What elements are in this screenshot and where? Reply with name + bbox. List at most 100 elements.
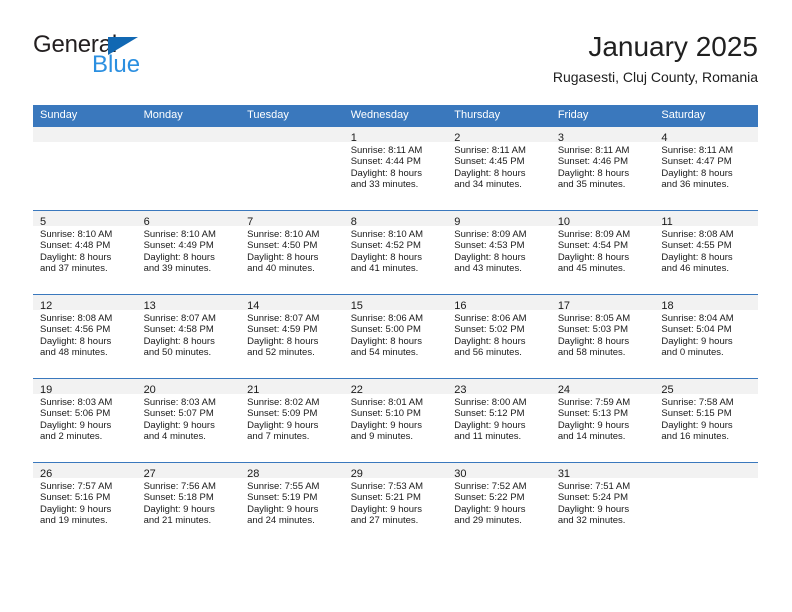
calendar-day-cell[interactable]: 5 Sunrise: 8:10 AM Sunset: 4:48 PM Daylight… [33,210,137,295]
day-box: 4 Sunrise: 8:11 AM Sunset: 4:47 PM Daylight… [654,127,758,210]
daylight-text-line2: and 46 minutes. [661,263,729,275]
day-number-band: 22 [343,379,448,396]
day-box: 16 Sunrise: 8:06 AM Sunset: 5:02 PM Dayligh… [447,295,551,378]
daylight-text-line1: Daylight: 9 hours [143,419,215,431]
calendar-day-cell[interactable]: 26 Sunrise: 7:57 AM Sunset: 5:16 PM Dayligh… [33,462,137,546]
daylight-text-line2: and 34 minutes. [454,179,522,191]
calendar-day-cell[interactable]: 19 Sunrise: 8:03 AM Sunset: 5:06 PM Dayligh… [33,378,137,463]
sunset-text: Sunset: 5:09 PM [247,408,318,420]
day-box: 21 Sunrise: 8:02 AM Sunset: 5:09 PM Dayligh… [240,379,344,462]
calendar-day-cell[interactable]: 6 Sunrise: 8:10 AM Sunset: 4:49 PM Daylight… [136,210,241,295]
calendar-page: General Blue January 2025 Rugasesti, Clu… [0,0,792,612]
sunrise-text: Sunrise: 8:11 AM [661,145,734,156]
day-number: 11 [661,216,673,228]
calendar-day-cell-empty [654,462,758,546]
day-details: Sunrise: 8:04 AM Sunset: 5:04 PM Daylight:… [654,310,758,359]
day-box: 6 Sunrise: 8:10 AM Sunset: 4:49 PM Daylight… [136,211,241,294]
sunrise-text: Sunrise: 8:08 AM [661,229,734,240]
sunrise-text: Sunrise: 7:51 AM [557,481,631,492]
daylight-text-line1: Daylight: 8 hours [350,335,422,347]
calendar-day-cell[interactable]: 24 Sunrise: 7:59 AM Sunset: 5:13 PM Dayligh… [550,378,655,463]
daylight-text-line1: Daylight: 8 hours [557,251,630,263]
day-number-band [654,463,758,478]
daylight-text-line1: Daylight: 9 hours [143,503,215,515]
day-number: 27 [143,468,156,480]
day-details: Sunrise: 8:11 AM Sunset: 4:46 PM Daylight:… [551,142,655,191]
daylight-text-line2: and 33 minutes. [350,179,419,191]
calendar-day-cell[interactable]: 31 Sunrise: 7:51 AM Sunset: 5:24 PM Dayligh… [550,462,655,546]
calendar-week-row: 12 Sunrise: 8:08 AM Sunset: 4:56 PM Dayligh… [33,294,758,379]
day-box: 11 Sunrise: 8:08 AM Sunset: 4:55 PM Dayligh… [654,211,758,294]
day-number-band: 25 [654,379,758,396]
daylight-text-line1: Daylight: 8 hours [247,251,319,263]
calendar-day-cell[interactable]: 11 Sunrise: 8:08 AM Sunset: 4:55 PM Dayligh… [654,210,758,295]
day-number-band: 10 [550,211,655,228]
day-details: Sunrise: 7:57 AM Sunset: 5:16 PM Daylight:… [33,478,137,527]
sunset-text: Sunset: 5:00 PM [350,324,421,336]
day-number-band: 12 [33,295,137,312]
day-details: Sunrise: 8:11 AM Sunset: 4:47 PM Daylight:… [654,142,758,191]
day-box: 23 Sunrise: 8:00 AM Sunset: 5:12 PM Dayligh… [447,379,551,462]
sunset-text: Sunset: 5:10 PM [350,408,421,420]
sunset-text: Sunset: 4:48 PM [40,240,111,252]
sunrise-text: Sunrise: 8:09 AM [557,229,631,240]
calendar-day-cell[interactable]: 29 Sunrise: 7:53 AM Sunset: 5:21 PM Dayligh… [343,462,448,546]
calendar-day-cell[interactable]: 20 Sunrise: 8:03 AM Sunset: 5:07 PM Dayligh… [136,378,241,463]
day-box: 14 Sunrise: 8:07 AM Sunset: 4:59 PM Dayligh… [240,295,344,378]
calendar-day-cell[interactable]: 18 Sunrise: 8:04 AM Sunset: 5:04 PM Dayligh… [654,294,758,379]
day-number-band: 8 [343,211,448,228]
calendar-day-cell[interactable]: 23 Sunrise: 8:00 AM Sunset: 5:12 PM Dayligh… [447,378,551,463]
calendar-day-cell[interactable]: 3 Sunrise: 8:11 AM Sunset: 4:46 PM Daylight… [550,126,655,211]
day-details: Sunrise: 8:11 AM Sunset: 4:44 PM Daylight:… [344,142,448,191]
day-number-band [33,127,137,142]
daylight-text-line1: Daylight: 9 hours [454,419,526,431]
calendar-day-cell[interactable]: 17 Sunrise: 8:05 AM Sunset: 5:03 PM Dayligh… [550,294,655,379]
calendar-day-cell[interactable]: 4 Sunrise: 8:11 AM Sunset: 4:47 PM Daylight… [654,126,758,211]
weekday-header-tuesday: Tuesday [240,105,344,127]
day-number-band: 2 [447,127,551,144]
day-number: 10 [557,216,571,228]
day-number: 4 [661,132,668,144]
sunset-text: Sunset: 5:18 PM [143,492,214,504]
sunrise-text: Sunrise: 8:02 AM [247,397,320,408]
sunset-text: Sunset: 5:12 PM [454,408,525,420]
calendar-week-row: 5 Sunrise: 8:10 AM Sunset: 4:48 PM Daylight… [33,210,758,295]
calendar-day-cell[interactable]: 27 Sunrise: 7:56 AM Sunset: 5:18 PM Dayligh… [136,462,241,546]
day-number-band: 16 [447,295,551,312]
calendar-week-row: 1 Sunrise: 8:11 AM Sunset: 4:44 PM Daylight… [33,126,758,211]
calendar-day-cell[interactable]: 13 Sunrise: 8:07 AM Sunset: 4:58 PM Dayligh… [136,294,241,379]
calendar-day-cell[interactable]: 21 Sunrise: 8:02 AM Sunset: 5:09 PM Dayligh… [240,378,344,463]
weekday-header-wednesday: Wednesday [343,105,448,127]
day-box: 26 Sunrise: 7:57 AM Sunset: 5:16 PM Dayligh… [33,463,137,546]
daylight-text-line1: Daylight: 8 hours [454,335,526,347]
day-box: 13 Sunrise: 8:07 AM Sunset: 4:58 PM Dayligh… [136,295,241,378]
daylight-text-line2: and 0 minutes. [661,347,724,359]
day-number: 8 [350,216,357,228]
weekday-header-row: Sunday Monday Tuesday Wednesday Thursday… [33,105,758,127]
calendar-day-cell[interactable]: 22 Sunrise: 8:01 AM Sunset: 5:10 PM Dayligh… [343,378,448,463]
calendar-day-cell[interactable]: 2 Sunrise: 8:11 AM Sunset: 4:45 PM Daylight… [447,126,551,211]
day-number: 16 [454,300,467,312]
calendar-day-cell[interactable]: 9 Sunrise: 8:09 AM Sunset: 4:53 PM Daylight… [447,210,551,295]
daylight-text-line2: and 24 minutes. [247,515,315,527]
calendar-day-cell[interactable]: 12 Sunrise: 8:08 AM Sunset: 4:56 PM Dayligh… [33,294,137,379]
sunset-text: Sunset: 5:03 PM [557,324,629,336]
day-number: 22 [350,384,363,396]
calendar-day-cell[interactable]: 8 Sunrise: 8:10 AM Sunset: 4:52 PM Daylight… [343,210,448,295]
sunset-text: Sunset: 4:47 PM [661,156,732,168]
calendar-day-cell[interactable]: 14 Sunrise: 8:07 AM Sunset: 4:59 PM Dayligh… [240,294,344,379]
day-number-band [136,127,241,142]
calendar-day-cell[interactable]: 10 Sunrise: 8:09 AM Sunset: 4:54 PM Dayligh… [550,210,655,295]
day-details: Sunrise: 8:10 AM Sunset: 4:48 PM Daylight:… [33,226,137,275]
calendar-day-cell[interactable]: 30 Sunrise: 7:52 AM Sunset: 5:22 PM Dayligh… [447,462,551,546]
day-number-band: 18 [654,295,758,312]
calendar-day-cell[interactable]: 1 Sunrise: 8:11 AM Sunset: 4:44 PM Daylight… [343,126,448,211]
calendar-day-cell[interactable]: 15 Sunrise: 8:06 AM Sunset: 5:00 PM Dayligh… [343,294,448,379]
daylight-text-line2: and 58 minutes. [557,347,626,359]
calendar-day-cell[interactable]: 25 Sunrise: 7:58 AM Sunset: 5:15 PM Dayligh… [654,378,758,463]
calendar-day-cell[interactable]: 7 Sunrise: 8:10 AM Sunset: 4:50 PM Daylight… [240,210,344,295]
brand-logo[interactable]: General Blue [33,32,263,92]
calendar-day-cell[interactable]: 16 Sunrise: 8:06 AM Sunset: 5:02 PM Dayligh… [447,294,551,379]
calendar-day-cell[interactable]: 28 Sunrise: 7:55 AM Sunset: 5:19 PM Dayligh… [240,462,344,546]
day-details: Sunrise: 8:10 AM Sunset: 4:52 PM Daylight:… [344,226,448,275]
